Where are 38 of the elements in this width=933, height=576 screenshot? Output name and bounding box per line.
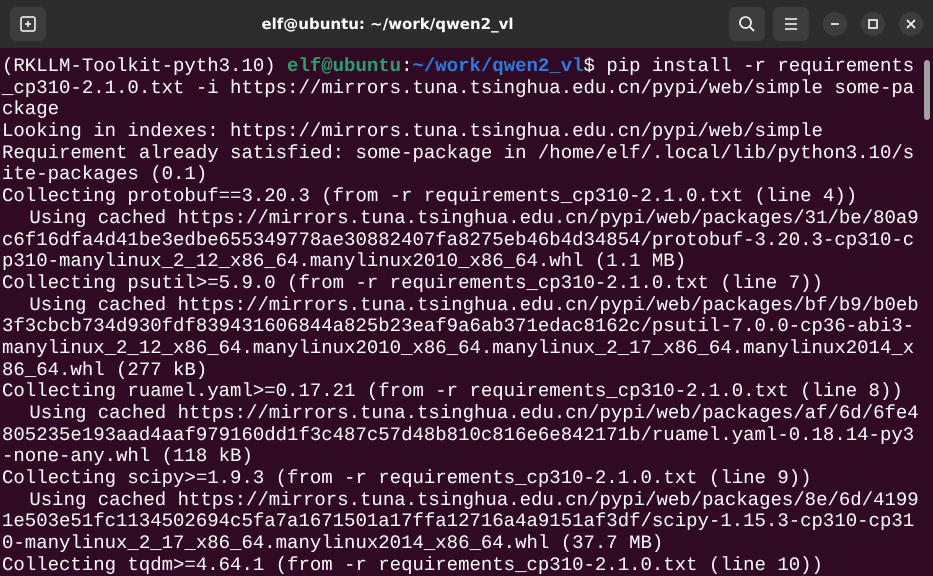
output-line: Using cached https://mirrors.tuna.tsinghua.edu.cn/pypi/web/packages/8e/6d/4199 [29,490,919,512]
output-line: Collecting protobuf==3.20.3 (from -r requirements_cp310-2.1.0.txt (line 4)) [2,186,858,208]
output-line: ite-packages (0.1) [2,164,208,186]
output-line: Collecting ruamel.yaml>=0.17.21 (from -r requirements_cp310-2.1.0.txt (line 8)) [2,381,903,403]
output-line: Looking in indexes: https://mirrors.tuna.tsinghua.edu.cn/pypi/web/simple [2,121,823,143]
window-title: elf@ubuntu: ~/work/qwen2_vl [260,15,515,33]
close-button[interactable] [899,12,923,36]
output-line: -none-any.whl (118 kB) [2,446,253,468]
maximize-button[interactable] [861,12,885,36]
minimize-icon [830,23,840,25]
close-icon [906,19,916,29]
menu-icon [783,17,799,31]
output-line: 0-manylinux_2_17_x86_64.manylinux2014_x86_64.whl (37.7 MB) [2,533,664,555]
output-line: ckage [2,99,60,122]
minimize-button[interactable] [823,12,847,36]
maximize-icon [868,19,878,29]
new-tab-button[interactable] [10,7,46,41]
output-line: _cp310-2.1.0.txt -i https://mirrors.tuna.tsinghua.edu.cn/pypi/web/simple some-pa [2,78,914,100]
output-line: 86_64.whl (277 kB) [2,360,208,382]
output-line: Collecting psutil>=5.9.0 (from -r requirements_cp310-2.1.0.txt (line 7)) [2,272,823,295]
output-line: manylinux_2_12_x86_64.manylinux2010_x86_64.manylinux_2_17_x86_64.manylinux2014_x [2,338,914,360]
output-line: Collecting scipy>=1.9.3 (from -r requirements_cp310-2.1.0.txt (line 9)) [2,468,812,490]
output-line: Using cached https://mirrors.tuna.tsinghua.edu.cn/pypi/web/packages/31/be/80a9 [29,208,919,230]
output-line: c6f16dfa4d41be3edbe655349778ae30882407fa8275eb46b4d34854/protobuf-3.20.3-cp310-c [2,230,914,252]
output-line: Collecting tqdm>=4.64.1 (from -r requirements_cp310-2.1.0.txt (line 10)) [2,554,823,576]
search-icon [738,15,756,33]
output-line: Requirement already satisfied: some-package in /home/elf/.local/lib/python3.10/s [2,142,914,164]
scrollbar[interactable] [924,60,930,120]
output-line: Using cached https://mirrors.tuna.tsinghua.edu.cn/pypi/web/packages/af/6d/6fe4 [29,403,919,425]
output-line: Using cached https://mirrors.tuna.tsinghua.edu.cn/pypi/web/packages/bf/b9/b0eb [29,294,919,316]
new-tab-icon [20,16,36,32]
output-line: 3f3cbcb734d930fdf839431606844a825b23eaf9a6ab371edac8162c/psutil-7.0.0-cp36-abi3- [2,316,914,338]
output-line: 805235e193aad4aaf979160dd1f3c487c57d48b810c816e6e842171b/ruamel.yaml-0.18.14-py3 [2,424,914,446]
search-button[interactable] [729,7,765,41]
prompt-line: (RKLLM-Toolkit-pyth3.10) elf@ubuntu:~/work/qwen2_vl$ pip install -r requirements [2,56,914,78]
menu-button[interactable] [773,7,809,41]
output-line: 1e503e51fc1134502694c5fa7a1671501a17ffa12716a4a9151af3df/scipy-1.15.3-cp310-cp31 [2,511,914,534]
output-line: p310-manylinux_2_12_x86_64.manylinux2010_x86_64.whl (1.1 MB) [2,251,686,273]
